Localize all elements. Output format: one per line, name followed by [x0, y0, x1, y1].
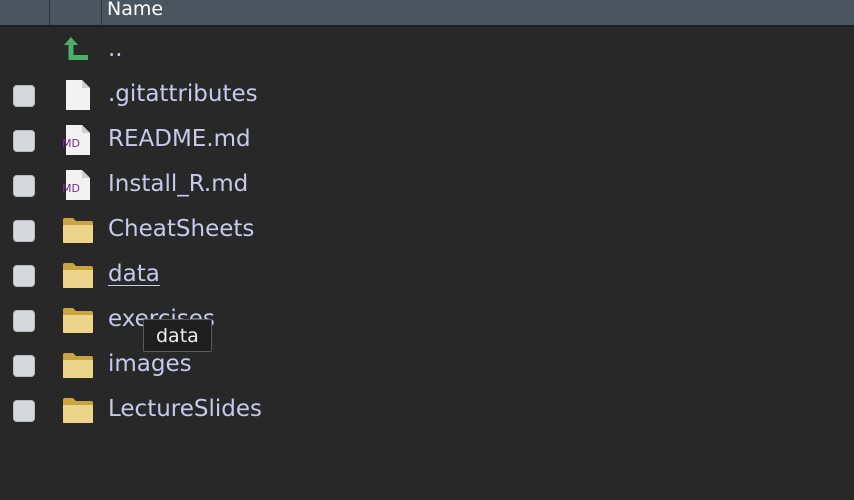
row-checkbox[interactable] — [13, 355, 35, 377]
parent-directory-link[interactable]: .. — [108, 36, 123, 62]
folder-row[interactable]: LectureSlides — [0, 388, 854, 433]
row-checkbox[interactable] — [13, 400, 35, 422]
folder-row[interactable]: data — [0, 253, 854, 298]
folder-icon — [62, 305, 94, 335]
folder-icon — [62, 350, 94, 380]
column-divider — [101, 0, 102, 25]
file-row[interactable]: .gitattributes — [0, 73, 854, 118]
file-icon — [62, 80, 94, 110]
parent-directory-row[interactable]: .. — [0, 28, 854, 73]
folder-row[interactable]: CheatSheets — [0, 208, 854, 253]
row-checkbox[interactable] — [13, 265, 35, 287]
files-pane: Name .. .gitattributes MD README.md MD I… — [0, 0, 854, 500]
file-list-header: Name — [0, 0, 854, 27]
markdown-file-icon: MD — [62, 170, 94, 200]
file-row[interactable]: MD README.md — [0, 118, 854, 163]
folder-row[interactable]: exercises — [0, 298, 854, 343]
row-checkbox[interactable] — [13, 310, 35, 332]
md-badge: MD — [62, 137, 80, 150]
folder-link[interactable]: LectureSlides — [108, 396, 262, 422]
folder-icon — [62, 395, 94, 425]
folder-link[interactable]: CheatSheets — [108, 216, 254, 242]
folder-link[interactable]: images — [108, 351, 192, 377]
folder-icon — [62, 260, 94, 290]
name-column-header[interactable]: Name — [107, 0, 163, 20]
up-arrow-icon — [62, 35, 94, 65]
column-divider — [49, 0, 50, 25]
markdown-file-icon: MD — [62, 125, 94, 155]
row-checkbox[interactable] — [13, 220, 35, 242]
md-badge: MD — [62, 182, 80, 195]
hover-tooltip: data — [143, 319, 212, 352]
file-link[interactable]: .gitattributes — [108, 81, 258, 107]
folder-row[interactable]: images — [0, 343, 854, 388]
file-row[interactable]: MD Install_R.md — [0, 163, 854, 208]
row-checkbox[interactable] — [13, 85, 35, 107]
folder-icon — [62, 215, 94, 245]
folder-link[interactable]: data — [108, 261, 160, 287]
file-link[interactable]: Install_R.md — [108, 171, 248, 197]
row-checkbox[interactable] — [13, 175, 35, 197]
row-checkbox[interactable] — [13, 130, 35, 152]
file-link[interactable]: README.md — [108, 126, 251, 152]
